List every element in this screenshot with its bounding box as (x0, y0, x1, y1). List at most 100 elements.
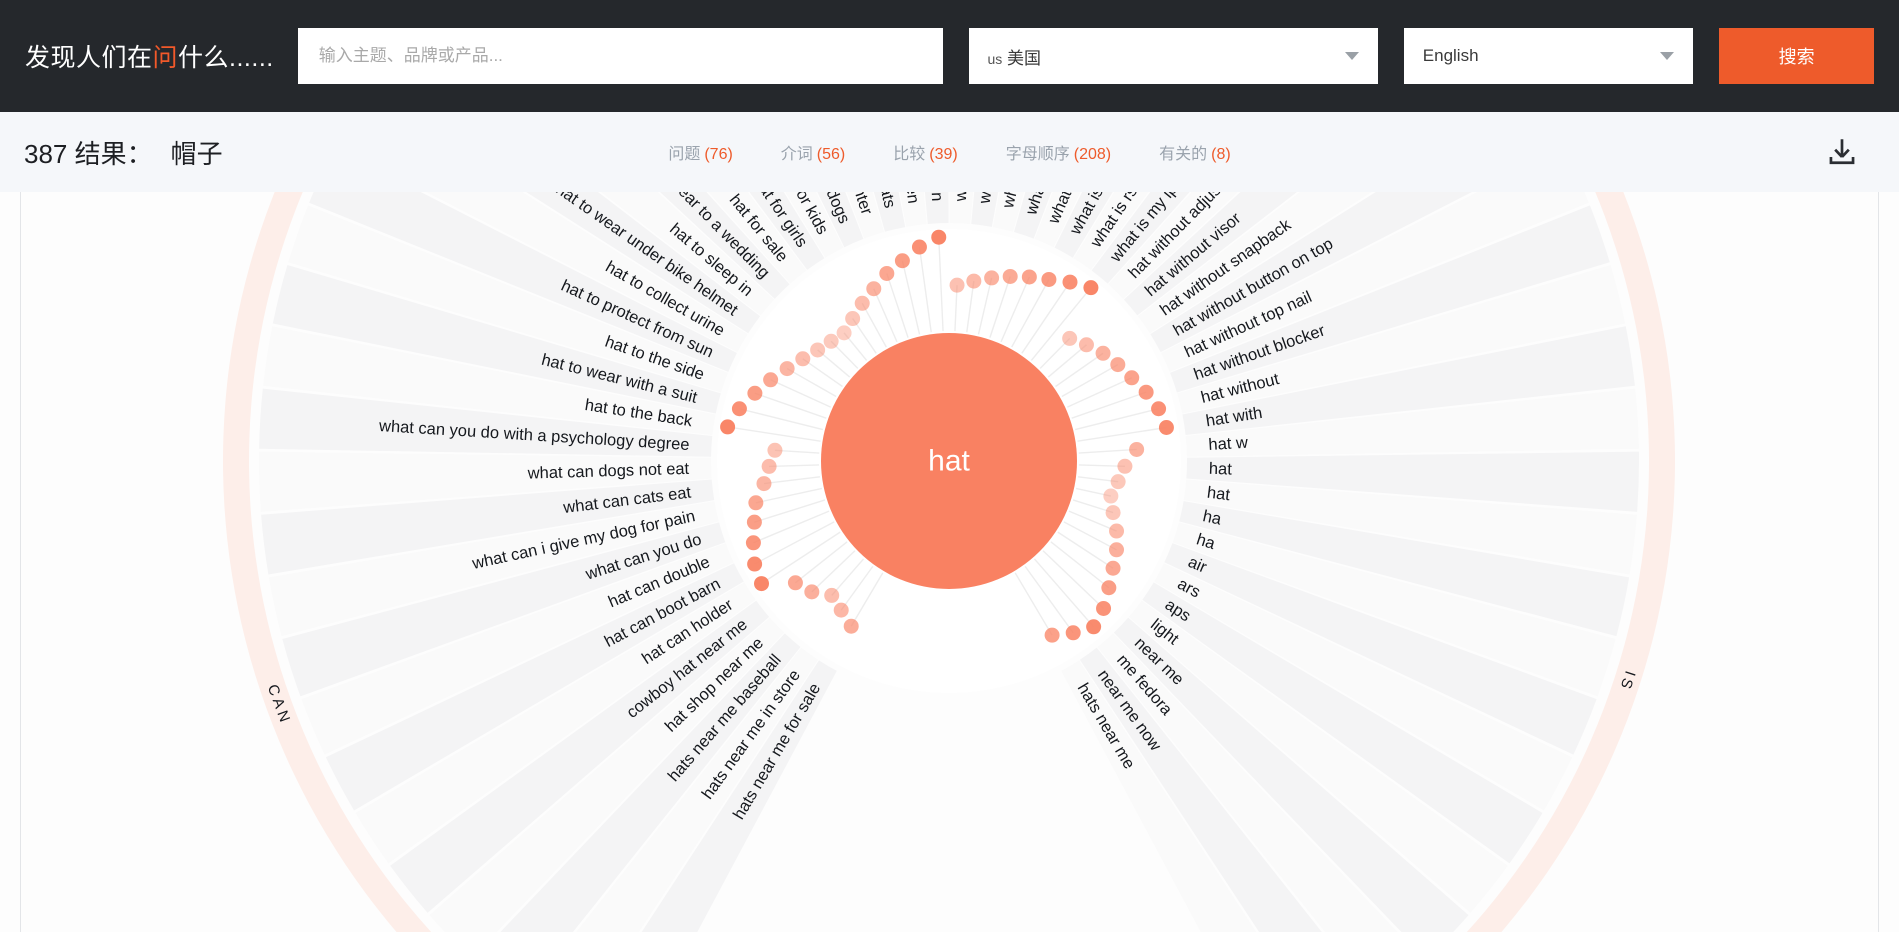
value-dot[interactable] (795, 351, 811, 367)
tab-comparisons-count: (39) (929, 146, 958, 163)
value-dot[interactable] (833, 602, 849, 618)
value-dot[interactable] (879, 265, 895, 281)
value-dot[interactable] (1065, 625, 1081, 641)
value-dot[interactable] (1151, 401, 1167, 417)
value-dot[interactable] (1129, 441, 1145, 457)
value-dot[interactable] (747, 556, 763, 572)
results-tab-list: 问题 (76) 介词 (56) 比较 (39) 字母顺序 (208) 有关的 (8) (668, 140, 1230, 164)
tab-alphabetical-count: (208) (1073, 146, 1112, 163)
value-dot[interactable] (754, 576, 770, 592)
value-dot[interactable] (1041, 271, 1057, 287)
value-dot[interactable] (1105, 505, 1121, 521)
value-dot[interactable] (843, 618, 859, 634)
viz-left-border (20, 192, 21, 932)
value-dot[interactable] (1103, 488, 1119, 504)
country-code: us (987, 50, 1003, 67)
value-dot[interactable] (1086, 619, 1102, 635)
results-keyword: 帽子 (170, 138, 223, 169)
value-dot[interactable] (748, 495, 764, 511)
center-keyword-label: hat (928, 445, 970, 478)
value-dot[interactable] (756, 476, 772, 492)
value-dot[interactable] (1124, 370, 1140, 386)
value-dot[interactable] (1062, 330, 1078, 346)
country-select[interactable]: us 美国 (968, 28, 1378, 84)
value-dot[interactable] (1021, 269, 1037, 285)
value-dot[interactable] (804, 584, 820, 600)
tab-questions[interactable]: 问题 (76) (668, 140, 732, 164)
value-dot[interactable] (984, 270, 1000, 286)
tab-related[interactable]: 有关的 (8) (1159, 140, 1231, 164)
value-dot[interactable] (824, 587, 840, 603)
results-toolbar: 387 结果： 帽子 问题 (76) 介词 (56) 比较 (39) 字母顺序 (208)… (0, 112, 1899, 192)
segment-label[interactable]: hat w (1208, 434, 1249, 454)
brand-tagline: 发现人们在问什么...... (25, 38, 274, 74)
value-dot[interactable] (1110, 357, 1126, 373)
value-dot[interactable] (763, 372, 779, 388)
value-dot[interactable] (810, 342, 826, 358)
value-dot[interactable] (1105, 560, 1121, 576)
search-button[interactable]: 搜索 (1719, 28, 1874, 84)
country-select-value: us 美国 (988, 44, 1042, 69)
country-name: 美国 (1007, 48, 1042, 68)
value-dot[interactable] (761, 458, 777, 474)
value-dot[interactable] (1095, 345, 1111, 361)
search-input[interactable] (316, 45, 924, 67)
value-dot[interactable] (1138, 384, 1154, 400)
value-dot[interactable] (1002, 268, 1018, 284)
top-header-bar: 发现人们在问什么...... us 美国 English 搜索 (0, 0, 1899, 112)
value-dot[interactable] (866, 281, 882, 297)
segment-label[interactable]: hat (1209, 460, 1233, 479)
value-dot[interactable] (911, 239, 927, 255)
value-dot[interactable] (731, 401, 747, 417)
tab-comparisons-label: 比较 (893, 146, 926, 163)
tab-comparisons[interactable]: 比较 (39) (893, 140, 957, 164)
value-dot[interactable] (823, 333, 839, 349)
value-dot[interactable] (854, 295, 870, 311)
value-dot[interactable] (745, 535, 761, 551)
tab-questions-label: 问题 (668, 146, 701, 163)
radial-wheel-visualization[interactable]: CAN IS hats near me for sale hats near me i… (0, 192, 1899, 932)
value-dot[interactable] (747, 385, 763, 401)
value-dot[interactable] (1101, 580, 1117, 596)
value-dot[interactable] (1110, 474, 1126, 490)
value-dot[interactable] (1096, 600, 1112, 616)
language-select-value: English (1422, 46, 1479, 65)
value-dot[interactable] (767, 442, 783, 458)
tab-prepositions[interactable]: 介词 (56) (781, 140, 845, 164)
results-count-label: 387 结果： (24, 138, 153, 169)
value-dot[interactable] (1109, 542, 1125, 558)
brand-suffix: 什么...... (178, 44, 274, 72)
value-dot[interactable] (966, 273, 982, 289)
value-dot[interactable] (1109, 523, 1125, 539)
value-dot[interactable] (720, 419, 736, 435)
results-title: 387 结果： 帽子 (24, 134, 223, 171)
value-dot[interactable] (1083, 280, 1099, 296)
segment-label[interactable]: hat (1206, 484, 1231, 505)
value-dot[interactable] (787, 575, 803, 591)
download-button[interactable] (1825, 135, 1859, 169)
center-node[interactable]: hat (821, 333, 1077, 589)
search-field-wrapper[interactable] (297, 28, 943, 84)
value-dot[interactable] (779, 361, 795, 377)
tab-related-label: 有关的 (1159, 146, 1208, 163)
value-dot[interactable] (949, 277, 965, 293)
tab-related-count: (8) (1211, 146, 1231, 163)
value-dot[interactable] (1158, 420, 1174, 436)
value-dot[interactable] (1117, 458, 1133, 474)
value-dot[interactable] (845, 311, 861, 327)
chevron-down-icon (1660, 52, 1675, 60)
value-dot[interactable] (836, 325, 852, 341)
value-dot[interactable] (1078, 337, 1094, 353)
tab-alphabetical-label: 字母顺序 (1005, 146, 1070, 163)
wheel-svg[interactable]: CANIShats near me for salehats near me i… (0, 192, 1899, 932)
value-dot[interactable] (931, 229, 947, 245)
value-dot[interactable] (746, 514, 762, 530)
tab-prepositions-count: (56) (816, 146, 846, 163)
value-dot[interactable] (1062, 274, 1078, 290)
tab-alphabetical[interactable]: 字母顺序 (208) (1006, 140, 1111, 164)
language-select[interactable]: English (1403, 28, 1694, 84)
brand-prefix: 发现人们在 (25, 44, 153, 72)
value-dot[interactable] (1044, 627, 1060, 643)
value-dot[interactable] (894, 253, 910, 269)
viz-right-border (1878, 192, 1879, 932)
